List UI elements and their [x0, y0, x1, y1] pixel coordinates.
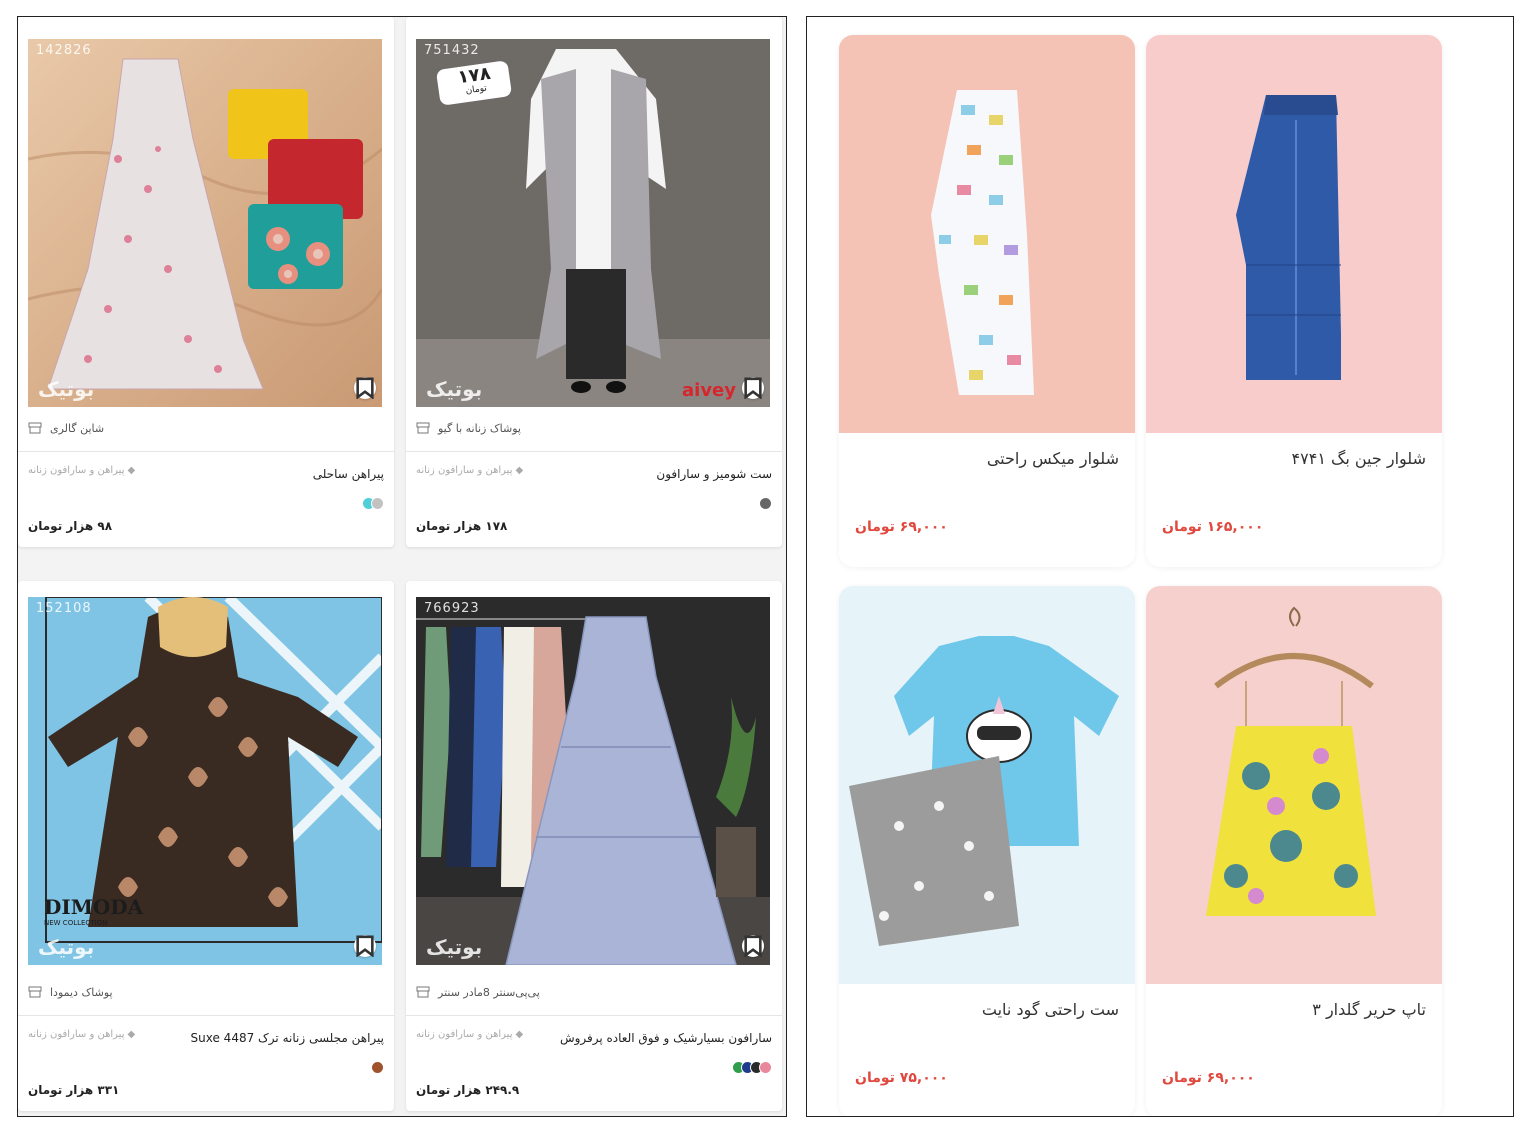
shop-row[interactable]: شاین گالری: [28, 417, 384, 439]
bookmark-icon[interactable]: [354, 935, 376, 957]
product-title[interactable]: شلوار جین بگ ۴۷۴۱: [1292, 449, 1426, 468]
tag-icon: ◆: [515, 465, 524, 476]
shop-row[interactable]: پوشاک دیمودا: [28, 981, 384, 1003]
shop-name[interactable]: شاین گالری: [50, 422, 104, 435]
shop-name[interactable]: پوشاک زنانه با گیو: [438, 422, 521, 435]
bookmark-icon[interactable]: [742, 935, 764, 957]
color-swatch: [371, 1061, 384, 1074]
product-title[interactable]: ست شومیز و سارافون: [656, 467, 772, 481]
product-card[interactable]: ست راحتی گود نایت ۷۵,۰۰۰ تومان: [839, 586, 1135, 1116]
right-product-grid: شلوار جین بگ ۴۷۴۱ ۱۶۵,۰۰۰ تومان شلوار می…: [806, 16, 1514, 1117]
product-title[interactable]: پیراهن ساحلی: [313, 467, 384, 481]
shop-name[interactable]: پی‌پی‌سنتر 8مادر سنتر: [438, 986, 540, 999]
product-price: ۲۴۹.۹ هزار تومان: [416, 1083, 520, 1097]
product-price: ۱۶۵,۰۰۰ تومان: [1162, 519, 1264, 535]
product-image[interactable]: 142826 بوتیک: [28, 39, 382, 407]
product-price: ۱۷۸ هزار تومان: [416, 519, 508, 533]
color-swatches: [759, 497, 772, 510]
product-code: 152108: [36, 601, 92, 616]
product-category[interactable]: ◆ پیراهن و سارافون زنانه: [28, 465, 135, 476]
product-image[interactable]: [1146, 35, 1442, 433]
brand-logo: DIMODA NEW COLLECTION: [44, 895, 144, 927]
tag-icon: ◆: [515, 1029, 524, 1040]
product-category[interactable]: ◆ پیراهن و سارافون زنانه: [416, 465, 523, 476]
divider: [18, 451, 394, 452]
product-title[interactable]: پیراهن مجلسی زنانه ترک Suxe 4487: [191, 1031, 384, 1045]
product-image[interactable]: [839, 35, 1135, 433]
product-code: 766923: [424, 601, 480, 616]
product-card[interactable]: 152108 DIMODA NEW COLLECTION بوتیک پوشاک…: [18, 581, 394, 1111]
product-price: ۶۹,۰۰۰ تومان: [1162, 1070, 1255, 1086]
product-category[interactable]: ◆ پیراهن و سارافون زنانه: [28, 1029, 135, 1040]
product-category[interactable]: ◆ پیراهن و سارافون زنانه: [416, 1029, 523, 1040]
product-title[interactable]: تاپ حریر گلدار ۳: [1312, 1000, 1426, 1019]
watermark-logo: بوتیک: [38, 935, 95, 959]
shop-row[interactable]: پوشاک زنانه با گیو: [416, 417, 772, 439]
product-image[interactable]: [1146, 586, 1442, 984]
product-image[interactable]: 766923 بوتیک: [416, 597, 770, 965]
product-image[interactable]: 152108 DIMODA NEW COLLECTION بوتیک: [28, 597, 382, 965]
divider: [18, 1015, 394, 1016]
color-swatch: [759, 1061, 772, 1074]
color-swatch: [759, 497, 772, 510]
divider: [406, 451, 782, 452]
shop-name[interactable]: پوشاک دیمودا: [50, 986, 113, 999]
product-card[interactable]: تاپ حریر گلدار ۳ ۶۹,۰۰۰ تومان: [1146, 586, 1442, 1116]
shop-icon: [416, 983, 430, 1002]
shop-icon: [416, 419, 430, 438]
product-price: ۷۵,۰۰۰ تومان: [855, 1070, 948, 1086]
product-title[interactable]: سارافون بسیارشیک و فوق العاده پرفروش: [560, 1031, 772, 1045]
shop-row[interactable]: پی‌پی‌سنتر 8مادر سنتر: [416, 981, 772, 1003]
left-product-grid: 142826 بوتیک شاین گالری پیراهن ساحلی ◆ پی…: [17, 16, 787, 1117]
product-price: ۹۸ هزار تومان: [28, 519, 113, 533]
watermark-logo: بوتیک: [38, 377, 95, 401]
product-image[interactable]: [839, 586, 1135, 984]
divider: [406, 1015, 782, 1016]
product-card[interactable]: شلوار میکس راحتی ۶۹,۰۰۰ تومان: [839, 35, 1135, 567]
product-code: 142826: [36, 43, 92, 58]
product-price: ۶۹,۰۰۰ تومان: [855, 519, 948, 535]
bookmark-icon[interactable]: [742, 377, 764, 399]
product-title[interactable]: ست راحتی گود نایت: [982, 1000, 1119, 1019]
product-card[interactable]: 766923 بوتیک پی‌پی‌سنتر 8مادر سنتر ساراف…: [406, 581, 782, 1111]
product-card[interactable]: شلوار جین بگ ۴۷۴۱ ۱۶۵,۰۰۰ تومان: [1146, 35, 1442, 567]
color-swatch: [371, 497, 384, 510]
product-code: 751432: [424, 43, 480, 58]
product-card[interactable]: 142826 بوتیک شاین گالری پیراهن ساحلی ◆ پی…: [18, 17, 394, 547]
product-title[interactable]: شلوار میکس راحتی: [987, 449, 1119, 468]
shop-icon: [28, 419, 42, 438]
product-card[interactable]: 751432 ۱۷۸ تومان بوتیک aivey پوشاک زنانه…: [406, 17, 782, 547]
color-swatches: [362, 497, 384, 510]
brand-logo: aivey: [682, 380, 736, 401]
product-price: ۳۳۱ هزار تومان: [28, 1083, 120, 1097]
watermark-logo: بوتیک: [426, 377, 483, 401]
tag-icon: ◆: [127, 465, 136, 476]
product-image[interactable]: 751432 ۱۷۸ تومان بوتیک aivey: [416, 39, 770, 407]
color-swatches: [371, 1061, 384, 1074]
bookmark-icon[interactable]: [354, 377, 376, 399]
watermark-logo: بوتیک: [426, 935, 483, 959]
shop-icon: [28, 983, 42, 1002]
color-swatches: [732, 1061, 772, 1074]
tag-icon: ◆: [127, 1029, 136, 1040]
